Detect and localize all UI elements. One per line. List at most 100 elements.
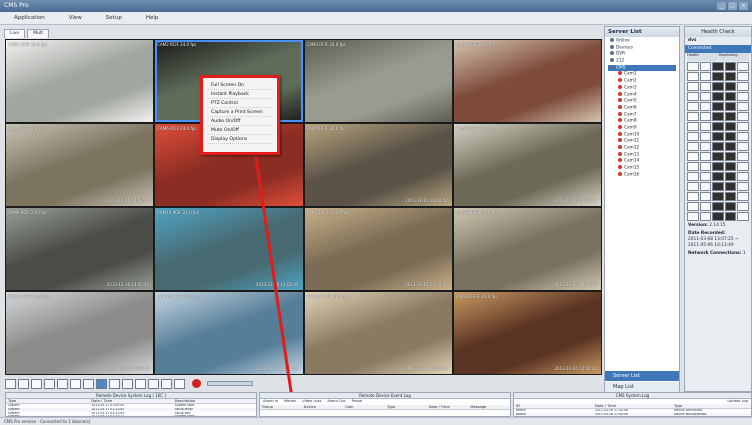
camera-view[interactable]: CAM4 RCIF 24.0 fps [453, 40, 601, 122]
camera-view[interactable]: CAM13 RCIF 24.0 fps 2013-12-16 14:02:42 [6, 292, 154, 374]
camera-icon [618, 145, 622, 149]
layout-20-button[interactable] [109, 378, 120, 389]
tree-node-label: Cam16 [624, 172, 640, 178]
camera-view[interactable]: CAM10 RCIF 24.0 fps 2013-12-16 14:02:42 [155, 208, 303, 290]
tree-node[interactable]: Cam6 [608, 104, 676, 112]
layout-6-button[interactable] [31, 378, 42, 389]
tree-node[interactable]: Devices [608, 44, 676, 52]
layout-25-button[interactable] [122, 378, 133, 389]
tab-mult[interactable]: Mult [27, 29, 49, 38]
health-indicator [724, 102, 737, 111]
health-indicator [737, 142, 749, 151]
health-indicator [712, 202, 724, 211]
camera-icon [618, 171, 622, 176]
tree-node[interactable]: Cam10 [608, 131, 676, 139]
tree-node[interactable]: DVR [608, 51, 676, 58]
health-indicator [699, 172, 712, 181]
health-indicator [699, 112, 712, 121]
tree-node[interactable]: Cam8 [608, 118, 676, 125]
menu-item-full-screen[interactable]: Full Screen On [207, 81, 273, 90]
tree-node-label: 212 [616, 58, 625, 64]
tree-node[interactable]: Cam1 [608, 71, 676, 78]
camera-view[interactable]: CAM16 RCIF 24.0 fps 2013-12-16 14:02:42 [453, 292, 601, 374]
menu-view[interactable]: View [59, 12, 96, 24]
tree-node[interactable]: Cam11 [608, 138, 676, 145]
layout-4-button[interactable] [18, 378, 29, 389]
camera-icon [618, 111, 622, 116]
health-indicator [724, 132, 737, 141]
event-log-panel: Remote Device Event Log Alarm In Motion … [259, 392, 511, 417]
tree-node[interactable]: 212 [608, 58, 676, 65]
tree-node[interactable]: Cam14 [608, 158, 676, 165]
health-indicator [687, 72, 699, 81]
tree-node[interactable]: Online [608, 38, 676, 45]
tree-node[interactable]: Cam9 [608, 124, 676, 132]
camera-view[interactable]: CAM15 RCIF 24.0 fps 2013-12-16 14:02:42 [304, 292, 452, 374]
camera-view[interactable]: CAM5 RCIF 24.0 fps 2013-12-16 14:02:42 [6, 124, 154, 206]
camera-view[interactable]: CAM3 RCIF 24.0 fps [304, 40, 452, 122]
health-indicator [724, 192, 737, 201]
tree-node[interactable]: Cam7 [608, 111, 676, 119]
tree-node[interactable]: CMS [608, 64, 676, 72]
camera-view[interactable]: CAM14 RCIF 24.0 fps 2013-12-16 14:02:42 [155, 292, 303, 374]
tree-node[interactable]: Cam4 [608, 91, 676, 99]
layout-36-button[interactable] [135, 378, 146, 389]
status-bar: CMS Pro version · Connected to 1 device(… [0, 417, 752, 425]
menu-item-instant-playback[interactable]: Instant Playback [207, 90, 273, 99]
tree-node[interactable]: Cam16 [608, 171, 676, 179]
layout-9-button[interactable] [57, 378, 68, 389]
health-indicator [699, 152, 712, 161]
tree-node[interactable]: Cam12 [608, 145, 676, 152]
tree-node-label: Cam5 [624, 98, 637, 104]
menu-item-print-screen[interactable]: Capture a Print Screen [207, 108, 273, 117]
layout-1-button[interactable] [5, 378, 16, 389]
minimize-icon[interactable]: _ [717, 2, 726, 10]
layout-8-button[interactable] [44, 378, 55, 389]
health-indicator [737, 62, 749, 71]
tree-node[interactable]: Cam13 [608, 151, 676, 159]
health-indicator [712, 92, 724, 101]
tab-live[interactable]: Live [4, 29, 26, 38]
tree-node[interactable]: Cam5 [608, 98, 676, 105]
menu-item-display-options[interactable]: Display Options [207, 135, 273, 144]
menu-item-ptz-control[interactable]: PTZ Control [207, 99, 273, 108]
camera-view[interactable]: CAM1 RCIF 24.0 fps [6, 40, 154, 122]
record-icon[interactable] [192, 379, 201, 388]
menu-setup[interactable]: Setup [96, 12, 136, 24]
layout-64-button[interactable] [148, 378, 159, 389]
maximize-icon[interactable]: □ [728, 2, 737, 10]
tree-node[interactable]: Cam15 [608, 165, 676, 172]
volume-slider[interactable] [207, 381, 253, 386]
health-indicator [724, 212, 737, 221]
menu-help[interactable]: Help [136, 12, 173, 24]
health-indicator [724, 92, 737, 101]
close-icon[interactable]: × [739, 2, 748, 10]
tree-node[interactable]: Cam2 [608, 78, 676, 85]
camera-view[interactable]: CAM9 RCIF 24.0 fps 2013-12-16 14:02:42 [6, 208, 154, 290]
camera-label: CAM8 RCIF 24.0 fps [455, 126, 495, 131]
health-indicator [737, 182, 749, 191]
cms-log-rows[interactable]: admin 2011-03-16 17:53:08 Device connected… [514, 409, 751, 416]
camera-view[interactable]: CAM12 RCIF 24.0 fps 2013-12-16 14:02:42 [453, 208, 601, 290]
layout-13-button[interactable] [83, 378, 94, 389]
camera-view[interactable]: CAM7 RCIF 24.0 fps 2013-12-16 14:02:42 [304, 124, 452, 206]
server-list-tab[interactable]: Server List [605, 371, 679, 381]
server-tree: Online Devices DVR 212 CMS Cam1 Cam2 Cam3 Cam4 Ca… [605, 37, 679, 179]
menu-application[interactable]: Application [4, 12, 59, 24]
health-indicator [737, 102, 749, 111]
menu-item-audio[interactable]: Audio On/Off [207, 117, 273, 126]
sequence-button[interactable] [161, 378, 172, 389]
camera-view[interactable]: CAM11 RCIF 24.0 fps 2013-12-16 14:02:42 [304, 208, 452, 290]
layout-16-button[interactable] [96, 378, 107, 389]
camera-view[interactable]: CAM8 RCIF 24.0 fps 2013-12-16 14:02:42 [453, 124, 601, 206]
camera-icon [618, 91, 622, 96]
camera-timestamp: 2013-12-16 14:02:42 [256, 282, 299, 287]
system-log-rows[interactable]: System 2011-05-17 01:00:00 System start Sys… [6, 404, 256, 416]
health-indicator [699, 62, 712, 71]
tree-node[interactable]: Cam3 [608, 84, 676, 92]
menu-item-mute[interactable]: Mute On/Off [207, 126, 273, 135]
health-indicator [737, 212, 749, 221]
map-list-tab[interactable]: Map List [605, 382, 679, 392]
fullscreen-button[interactable] [174, 378, 185, 389]
layout-10-button[interactable] [70, 378, 81, 389]
